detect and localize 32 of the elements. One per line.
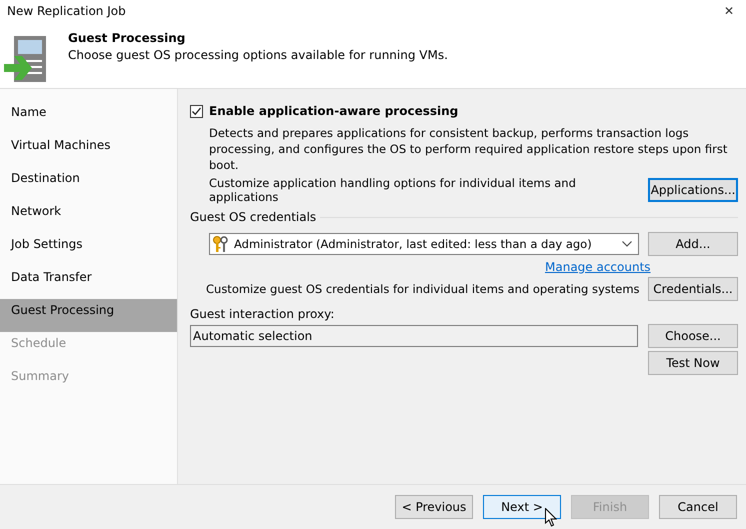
- test-now-button[interactable]: Test Now: [648, 351, 738, 375]
- description-text: Detects and prepares applications for consistent backup, performs transaction logs processing, and configures the OS to perform required application restore steps upon first boot.: [209, 125, 728, 173]
- customize-text: Customize guest OS credentials for individual items and operating systems: [206, 282, 640, 296]
- mouse-pointer-icon: [545, 508, 557, 527]
- keys-icon: [213, 236, 228, 252]
- sidebar-item[interactable]: Data Transfer: [0, 266, 177, 299]
- customize-text: Customize application handling options for individual items and applications: [209, 176, 577, 204]
- proxy-field[interactable]: Automatic selection: [190, 325, 638, 347]
- sidebar-item[interactable]: Guest Processing: [0, 299, 177, 332]
- choose-button[interactable]: Choose...: [648, 324, 738, 348]
- checkbox[interactable]: [190, 104, 203, 118]
- close-button[interactable]: ✕: [712, 4, 746, 18]
- credentials-button[interactable]: Credentials...: [648, 277, 738, 301]
- footer-button[interactable]: Cancel: [659, 495, 737, 519]
- applications-button[interactable]: Applications...: [648, 178, 738, 202]
- sidebar-item[interactable]: Destination: [0, 167, 177, 200]
- caret-icon: [622, 241, 632, 247]
- footer-button[interactable]: < Previous: [395, 495, 473, 519]
- page-subtitle: Choose guest OS processing options available for running VMs.: [68, 47, 448, 64]
- manage-accounts-link[interactable]: Manage accounts: [545, 260, 651, 274]
- sidebar-item[interactable]: Network: [0, 200, 177, 233]
- checkbox-label: Enable application-aware processing: [209, 104, 458, 118]
- group-label: Guest OS credentials: [190, 210, 316, 224]
- sidebar-item[interactable]: Job Settings: [0, 233, 177, 266]
- credentials-dropdown[interactable]: Administrator (Administrator, last edited: less than a day ago): [209, 233, 639, 255]
- sidebar-item[interactable]: Virtual Machines: [0, 134, 177, 167]
- window-title: New Replication Job: [7, 4, 126, 18]
- field-label: Guest interaction proxy:: [190, 307, 336, 321]
- page-title: Guest Processing: [68, 30, 186, 46]
- add-button[interactable]: Add...: [648, 232, 738, 256]
- sidebar-item[interactable]: Name: [0, 101, 177, 134]
- footer-button[interactable]: Next >: [483, 495, 561, 519]
